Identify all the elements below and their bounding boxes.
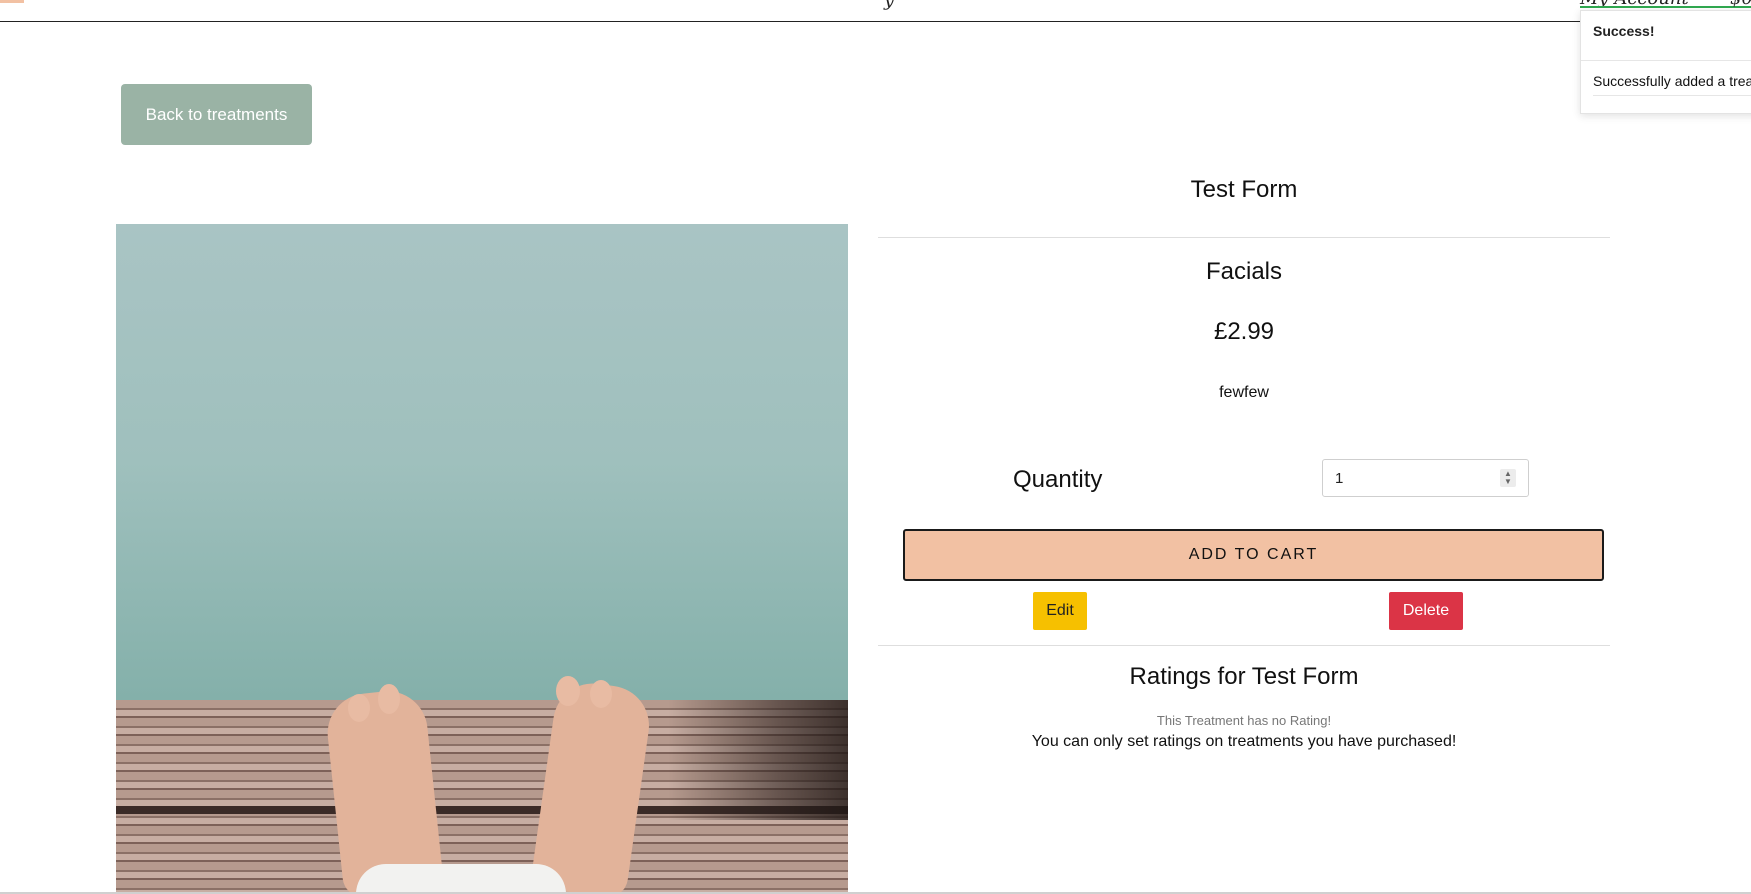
toast-divider bbox=[1581, 60, 1751, 61]
divider bbox=[878, 645, 1610, 646]
quantity-label: Quantity bbox=[1013, 466, 1103, 493]
image-toe bbox=[378, 684, 400, 714]
toast-message: Successfully added a treatment bbox=[1593, 73, 1751, 89]
image-toe bbox=[556, 676, 580, 706]
treatment-category: Facials bbox=[1205, 258, 1283, 285]
ratings-note: You can only set ratings on treatments y… bbox=[1031, 733, 1457, 750]
divider bbox=[878, 237, 1610, 238]
image-water-area bbox=[116, 224, 848, 700]
quantity-value: 1 bbox=[1335, 470, 1344, 487]
treatment-title: Test Form bbox=[1190, 176, 1298, 203]
toast-title: Success! bbox=[1593, 23, 1655, 39]
back-to-treatments-button[interactable]: Back to treatments bbox=[121, 84, 312, 145]
cart-total-link[interactable]: $0 bbox=[1730, 0, 1751, 9]
treatment-description: fewfew bbox=[1219, 384, 1269, 401]
quantity-stepper[interactable]: ▲ ▼ bbox=[1500, 469, 1516, 487]
top-navbar: y My Account $0 bbox=[0, 0, 1751, 22]
chevron-down-icon[interactable]: ▼ bbox=[1504, 478, 1512, 486]
logo-fragment[interactable] bbox=[0, 0, 24, 3]
image-toe bbox=[348, 694, 370, 722]
image-deck-shadow bbox=[668, 700, 848, 820]
ratings-title: Ratings for Test Form bbox=[1129, 663, 1359, 690]
delete-button[interactable]: Delete bbox=[1389, 592, 1463, 630]
treatment-image bbox=[116, 224, 848, 894]
toast-divider-bottom bbox=[1593, 95, 1751, 96]
success-toast: Success! Successfully added a treatment bbox=[1580, 10, 1751, 114]
add-to-cart-button[interactable]: ADD TO CART bbox=[903, 529, 1604, 581]
image-toe bbox=[590, 680, 612, 708]
no-rating-text: This Treatment has no Rating! bbox=[1156, 713, 1332, 728]
treatment-price: £2.99 bbox=[1213, 318, 1275, 345]
account-underline bbox=[1580, 6, 1751, 8]
image-white-cloth bbox=[356, 864, 566, 894]
edit-button[interactable]: Edit bbox=[1033, 592, 1087, 630]
brand-text[interactable]: y bbox=[884, 0, 894, 11]
quantity-input[interactable]: 1 ▲ ▼ bbox=[1322, 459, 1529, 497]
